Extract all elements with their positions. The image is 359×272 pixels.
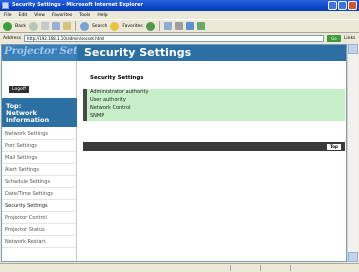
menu-edit[interactable]: Edit [19,13,28,18]
refresh-icon[interactable] [51,22,60,30]
window-titlebar: Security Settings - Microsoft Internet E… [0,0,359,11]
settings-row-snmp[interactable]: SNMP [83,113,345,121]
sidebar: Logoff Top: Network Information Network … [2,61,77,261]
maximize-button[interactable] [338,1,347,10]
projector-setup-logo: Projector Setup [2,45,92,61]
settings-row-user-authority[interactable]: User authority [83,97,345,105]
section-title: Security Settings [90,75,144,81]
discuss-icon[interactable] [196,22,205,30]
footer-bar: Top [83,142,345,151]
status-divider [290,265,291,271]
favorites-label[interactable]: Favorites [122,24,142,29]
toolbar-separator [158,21,160,31]
stop-icon[interactable] [40,22,49,30]
address-input[interactable]: http://192.168.1.10/admin/secset.html [23,35,324,42]
sidebar-item-network-restart[interactable]: Network Restart [2,236,76,248]
sidebar-item-mail-settings[interactable]: Mail Settings [2,152,76,164]
window-controls [328,1,357,10]
toolbar-separator [74,21,76,31]
menu-view[interactable]: View [34,13,45,18]
security-settings-list: Administrator authority User authority N… [83,89,345,121]
close-button[interactable] [348,1,357,10]
menu-file[interactable]: File [4,13,12,18]
sidebar-item-security-settings[interactable]: Security Settings [2,200,76,212]
browser-toolbar: Back Search Favorites [0,19,359,33]
ie-app-icon [2,2,9,9]
sidebar-item-projector-control[interactable]: Projector Control [2,212,76,224]
mail-icon[interactable] [163,22,172,30]
sidebar-item-projector-status[interactable]: Projector Status [2,224,76,236]
web-page: Projector Setup Security Settings Logoff… [1,44,347,262]
scroll-down-arrow-icon[interactable] [348,252,358,262]
menu-help[interactable]: Help [97,13,107,18]
address-bar: Address http://192.168.1.10/admin/secset… [0,34,359,43]
status-divider [230,265,231,271]
main-content: Security Settings Administrator authorit… [78,61,346,261]
history-icon[interactable] [145,21,155,31]
window-title: Security Settings - Microsoft Internet E… [12,2,143,8]
search-icon[interactable] [79,21,89,31]
sidebar-item-schedule-settings[interactable]: Schedule Settings [2,176,76,188]
logoff-button[interactable]: Logoff [9,86,29,93]
edit-icon[interactable] [185,22,194,30]
status-bar [0,263,359,272]
forward-arrow-icon[interactable] [28,21,38,31]
top-network-information-link[interactable]: Top: Network Information [2,98,77,127]
scroll-up-arrow-icon[interactable] [348,44,358,54]
minimize-button[interactable] [328,1,337,10]
sidebar-item-port-settings[interactable]: Port Settings [2,140,76,152]
menu-tools[interactable]: Tools [79,13,90,18]
sidebar-item-date-time-settings[interactable]: Date/Time Settings [2,188,76,200]
settings-row-administrator-authority[interactable]: Administrator authority [83,89,345,97]
back-label[interactable]: Back [15,24,26,29]
home-icon[interactable] [62,22,71,30]
vertical-scrollbar[interactable] [347,44,358,262]
back-arrow-icon[interactable] [3,21,12,31]
print-icon[interactable] [174,22,183,30]
sidebar-item-network-settings[interactable]: Network Settings [2,128,76,140]
sidebar-item-alert-settings[interactable]: Alert Settings [2,164,76,176]
sidebar-nav: Network Settings Port Settings Mail Sett… [2,128,76,248]
search-label[interactable]: Search [92,24,107,29]
top-button[interactable]: Top [327,143,341,150]
menu-bar: File Edit View Favorites Tools Help [0,11,359,19]
go-button[interactable]: Go [326,35,341,42]
settings-row-network-control[interactable]: Network Control [83,105,345,113]
address-url: http://192.168.1.10/admin/secset.html [26,36,105,41]
menu-favorites[interactable]: Favorites [52,13,72,18]
links-label[interactable]: Links [344,36,356,41]
favorites-star-icon[interactable] [110,21,120,31]
address-label: Address [3,36,21,41]
status-divider [260,265,261,271]
topnav-line3: Information [6,116,50,124]
page-title: Security Settings [77,45,346,61]
